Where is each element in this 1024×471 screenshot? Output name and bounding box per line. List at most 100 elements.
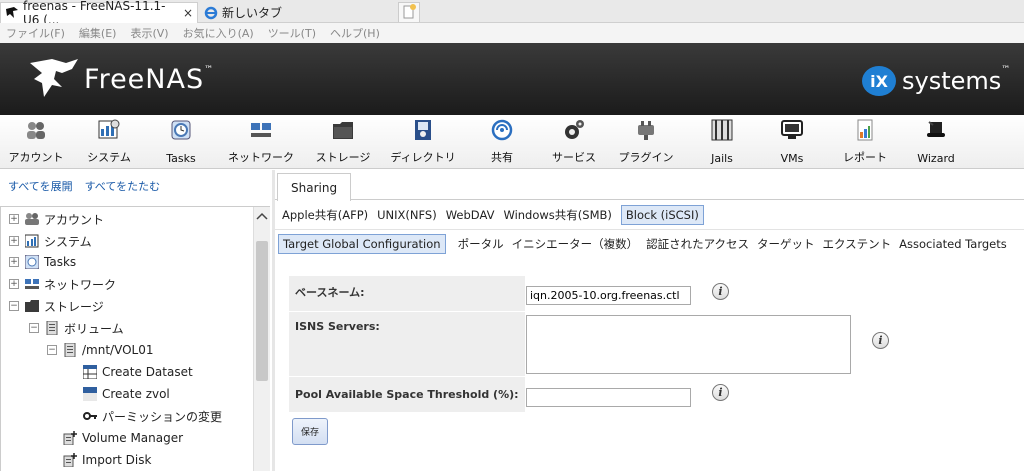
collapse-toggle-icon[interactable]: − — [29, 323, 39, 333]
main-toolbar: アカウント システム Tasks ネットワーク ストレージ ディレクトリ 共有 … — [0, 115, 1024, 169]
tab-sharing[interactable]: Sharing — [277, 173, 352, 201]
browser-menu-bar: ファイル(F) 編集(E) 表示(V) お気に入り(A) ツール(T) ヘルプ(… — [0, 23, 1024, 43]
tree-item-label: ストレージ — [44, 299, 104, 314]
zvol-icon — [83, 387, 97, 401]
ixsystems-logo[interactable]: iX systems ™ — [862, 65, 1010, 97]
main-content: Sharing Apple共有(AFP) UNIX(NFS) WebDAV Wi… — [275, 170, 1024, 471]
expand-toggle-icon[interactable]: + — [9, 279, 19, 289]
toolbar-wizard-button[interactable]: Wizard — [913, 119, 959, 165]
tree-item-create-zvol[interactable]: Create zvol — [83, 384, 170, 404]
app-header: FreeNAS ™ iX systems ™ — [0, 43, 1024, 115]
toolbar-sharing-button[interactable]: 共有 — [487, 119, 517, 165]
menu-tools[interactable]: ツール(T) — [268, 25, 316, 41]
toolbar-accounts-button[interactable]: アカウント — [6, 119, 66, 165]
toolbar-tasks-button[interactable]: Tasks — [161, 119, 201, 165]
freenas-shark-icon — [30, 59, 78, 97]
toolbar-jails-button[interactable]: Jails — [706, 119, 738, 165]
tree-item-label: Volume Manager — [82, 431, 184, 445]
freenas-logo[interactable]: FreeNAS ™ — [26, 57, 213, 101]
toolbar-label: VMs — [780, 152, 804, 165]
toolbar-label: サービス — [552, 151, 596, 164]
menu-file[interactable]: ファイル(F) — [6, 25, 65, 41]
collapse-toggle-icon[interactable]: − — [9, 301, 19, 311]
toolbar-directory-button[interactable]: ディレクトリ — [389, 119, 457, 165]
tree-item-create-dataset[interactable]: Create Dataset — [83, 362, 193, 382]
tree-item-mnt-vol01[interactable]: − /mnt/VOL01 — [47, 340, 153, 360]
sharing-icon — [491, 119, 513, 141]
toolbar-label: Jails — [711, 152, 733, 165]
tab-target-global-configuration[interactable]: Target Global Configuration — [278, 233, 446, 254]
toolbar-system-button[interactable]: システム — [84, 119, 134, 165]
tree-item-system[interactable]: + システム — [9, 231, 92, 251]
tab-smb[interactable]: Windows共有(SMB) — [503, 207, 611, 223]
menu-help[interactable]: ヘルプ(H) — [330, 25, 380, 41]
toolbar-plugins-button[interactable]: プラグイン — [617, 119, 675, 165]
tree-item-tasks[interactable]: + Tasks — [9, 252, 76, 272]
toolbar-label: アカウント — [8, 151, 64, 164]
tab-extents[interactable]: エクステント — [823, 236, 892, 252]
tree-item-volume-manager[interactable]: Volume Manager — [63, 428, 183, 448]
system-icon — [25, 234, 39, 248]
tab-afp[interactable]: Apple共有(AFP) — [282, 207, 368, 223]
browser-tab-freenas[interactable]: freenas - FreeNAS-11.1-U6 (... × — [0, 0, 198, 27]
expand-all-link[interactable]: すべてを展開 — [8, 178, 73, 194]
tree-item-change-permissions[interactable]: パーミッションの変更 — [83, 406, 222, 426]
tab-nfs[interactable]: UNIX(NFS) — [377, 208, 437, 222]
save-button[interactable]: 保存 — [292, 418, 328, 445]
pool-threshold-input[interactable] — [526, 388, 691, 407]
expand-toggle-icon[interactable]: + — [9, 214, 19, 224]
toolbar-storage-button[interactable]: ストレージ — [314, 119, 372, 165]
reports-icon — [857, 119, 873, 141]
tab-targets[interactable]: ターゲット — [757, 236, 815, 252]
tab-iscsi[interactable]: Block (iSCSI) — [620, 204, 704, 225]
tree-item-volumes[interactable]: − ボリューム — [29, 318, 124, 338]
tree-item-network[interactable]: + ネットワーク — [9, 274, 116, 294]
menu-favorites[interactable]: お気に入り(A) — [183, 25, 254, 41]
menu-view[interactable]: 表示(V) — [130, 25, 168, 41]
isns-servers-info-icon[interactable]: i — [872, 332, 889, 349]
toolbar-label: プラグイン — [618, 151, 674, 164]
tree-item-label: Create Dataset — [102, 365, 193, 379]
scroll-up-icon[interactable] — [254, 209, 270, 225]
services-icon — [565, 120, 584, 139]
tree-item-accounts[interactable]: + アカウント — [9, 209, 104, 229]
tab-authorized-access[interactable]: 認証されたアクセス — [646, 236, 749, 252]
tab-portals[interactable]: ポータル — [458, 236, 504, 252]
base-name-input[interactable] — [526, 286, 691, 305]
tree-scrollbar[interactable] — [253, 207, 270, 471]
toolbar-vms-button[interactable]: VMs — [775, 119, 809, 165]
new-tab-button[interactable] — [398, 2, 420, 22]
expand-toggle-icon[interactable]: + — [9, 236, 19, 246]
tab-initiators[interactable]: イニシエーター（複数） — [512, 236, 639, 252]
dataset-icon — [83, 365, 97, 379]
toolbar-label: 共有 — [491, 151, 513, 164]
tree-item-label: ボリューム — [64, 321, 124, 336]
import-disk-icon — [63, 453, 77, 467]
isns-servers-label: ISNS Servers: — [289, 312, 525, 376]
toolbar-label: システム — [87, 151, 131, 164]
toolbar-label: ネットワーク — [228, 151, 294, 164]
collapse-toggle-icon[interactable]: − — [47, 345, 57, 355]
ixsystems-tm: ™ — [1001, 65, 1011, 75]
navigation-pane: すべてを展開 すべてをたたむ + アカウント + システム + Tasks + … — [0, 170, 272, 471]
tree-item-storage[interactable]: − ストレージ — [9, 296, 104, 316]
tab-associated-targets[interactable]: Associated Targets — [899, 237, 1007, 251]
base-name-info-icon[interactable]: i — [712, 283, 729, 300]
tree-item-import-disk[interactable]: Import Disk — [63, 450, 151, 470]
menu-edit[interactable]: 編集(E) — [79, 25, 117, 41]
tab-webdav[interactable]: WebDAV — [446, 208, 495, 222]
browser-tab-new[interactable]: 新しいタブ — [200, 2, 394, 23]
key-icon — [83, 412, 97, 420]
toolbar-services-button[interactable]: サービス — [550, 119, 598, 165]
sharing-type-tabs: Apple共有(AFP) UNIX(NFS) WebDAV Windows共有(… — [275, 200, 1024, 229]
collapse-all-link[interactable]: すべてをたたむ — [85, 178, 161, 194]
scrollbar-thumb[interactable] — [256, 241, 268, 381]
toolbar-reports-button[interactable]: レポート — [841, 119, 889, 165]
expand-toggle-icon[interactable]: + — [9, 257, 19, 267]
tab-close-icon[interactable]: × — [183, 6, 193, 20]
toolbar-network-button[interactable]: ネットワーク — [226, 119, 296, 165]
pool-threshold-info-icon[interactable]: i — [712, 384, 729, 401]
isns-servers-textarea[interactable] — [526, 315, 851, 374]
plugins-icon — [638, 121, 654, 140]
toolbar-label: ストレージ — [315, 151, 371, 164]
